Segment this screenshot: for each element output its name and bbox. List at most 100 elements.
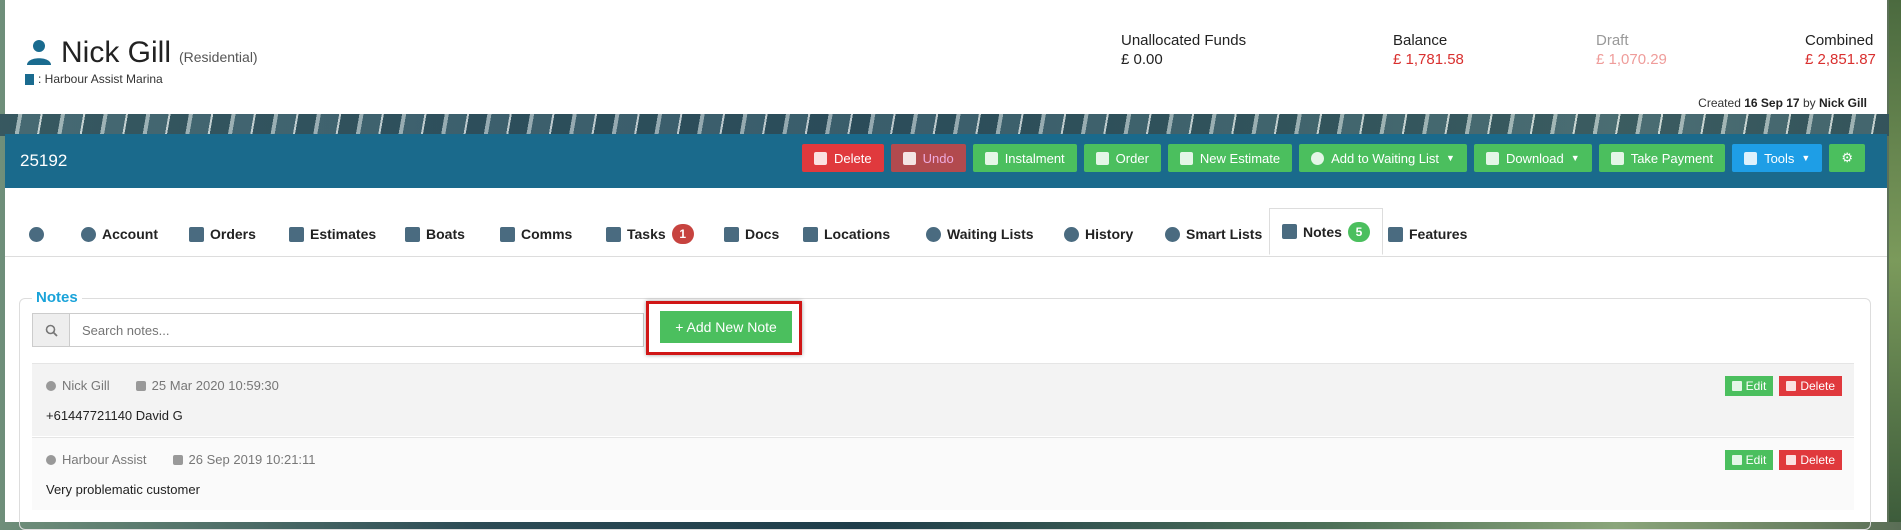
search-icon: [45, 324, 58, 337]
undo-label: Undo: [922, 150, 954, 166]
balance-label: Balance: [1393, 32, 1448, 49]
tab-boats-label: Boats: [426, 226, 465, 242]
tab-boats[interactable]: Boats: [405, 212, 465, 256]
tab-notes-label: Notes: [1303, 223, 1342, 240]
tab-history[interactable]: History: [1064, 212, 1133, 256]
note-meta: Harbour Assist 26 Sep 2019 10:21:11: [46, 452, 316, 467]
user-icon: [46, 454, 56, 465]
tab-history-label: History: [1085, 226, 1134, 242]
created-date: 16 Sep 17: [1744, 96, 1800, 110]
user-icon: [46, 380, 56, 391]
trash-icon: [814, 151, 828, 165]
tab-estimates[interactable]: Estimates: [289, 212, 376, 256]
delete-note-button[interactable]: Delete: [1779, 450, 1842, 470]
tab-docs-label: Docs: [745, 226, 780, 242]
download-button[interactable]: Download ▼: [1473, 144, 1592, 172]
draft: Draft £ 1,070.29: [1596, 32, 1667, 68]
tab-comms[interactable]: Comms: [500, 212, 572, 256]
tools-label: Tools: [1764, 150, 1795, 166]
delete-button[interactable]: Delete: [802, 144, 884, 172]
edit-note-button[interactable]: Edit: [1724, 450, 1774, 470]
draft-label: Draft: [1596, 32, 1629, 49]
download-label: Download: [1505, 150, 1564, 166]
clock-icon: [1311, 151, 1325, 165]
edit-label: Edit: [1745, 379, 1767, 393]
tab-features[interactable]: Features: [1388, 212, 1467, 256]
tab-locations[interactable]: Locations: [803, 212, 890, 256]
note-date: 25 Mar 2020 10:59:30: [151, 378, 279, 393]
trash-icon: [1786, 455, 1797, 465]
trash-icon: [1786, 381, 1797, 391]
settings-button[interactable]: ⚙: [1829, 144, 1865, 172]
tab-estimates-label: Estimates: [310, 226, 377, 242]
waiting-list-label: Add to Waiting List: [1331, 150, 1440, 166]
tab-waiting-lists-label: Waiting Lists: [947, 226, 1034, 242]
edit-label: Edit: [1745, 453, 1767, 467]
tab-account[interactable]: Account: [81, 212, 158, 256]
draft-value: £ 1,070.29: [1596, 51, 1667, 68]
search-notes-input[interactable]: [70, 314, 643, 346]
delete-note-button[interactable]: Delete: [1779, 376, 1842, 396]
user-icon: [81, 226, 96, 242]
calendar-icon: [135, 380, 146, 391]
tasks-count-badge: 1: [671, 224, 694, 244]
action-toolbar: 25192 Delete Undo Instalment Order New E…: [5, 134, 1887, 188]
note-item: Harbour Assist 26 Sep 2019 10:21:11 Very…: [32, 437, 1854, 510]
dashboard-icon: [29, 226, 44, 242]
client-type: (Residential): [179, 49, 258, 65]
order-label: Order: [1115, 150, 1149, 166]
download-icon: [1485, 151, 1499, 165]
tab-orders[interactable]: Orders: [189, 212, 256, 256]
tab-docs[interactable]: Docs: [724, 212, 779, 256]
instalment-label: Instalment: [1004, 150, 1065, 166]
building-icon: [25, 73, 34, 85]
clock-icon: [926, 226, 941, 242]
add-new-note-label: + Add New Note: [675, 319, 777, 335]
notes-panel-title: Notes: [32, 289, 82, 306]
tab-tasks[interactable]: Tasks 1: [606, 212, 694, 256]
tab-dashboard[interactable]: [29, 212, 44, 256]
caret-down-icon: ▼: [1801, 153, 1811, 163]
add-new-note-button[interactable]: + Add New Note: [660, 311, 792, 343]
note-item: Nick Gill 25 Mar 2020 10:59:30 +61447721…: [32, 363, 1854, 436]
undo-icon: [902, 151, 916, 165]
take-payment-button[interactable]: Take Payment: [1598, 144, 1726, 172]
note-date: 26 Sep 2019 10:21:11: [188, 452, 316, 467]
undo-button[interactable]: Undo: [890, 144, 966, 172]
tab-waiting-lists[interactable]: Waiting Lists: [926, 212, 1034, 256]
delete-label: Delete: [1800, 379, 1835, 393]
note-icon: [1282, 224, 1297, 239]
tab-smart-lists[interactable]: Smart Lists: [1165, 212, 1262, 256]
balance-value: £ 1,781.58: [1393, 51, 1464, 68]
cog-icon: ⚙: [1841, 150, 1853, 165]
background-image: [0, 114, 1901, 136]
new-estimate-button[interactable]: New Estimate: [1167, 144, 1293, 172]
money-icon: [1610, 151, 1624, 165]
unallocated-label: Unallocated Funds: [1121, 32, 1247, 49]
user-icon: [27, 40, 51, 65]
unallocated-funds: Unallocated Funds £ 0.00: [1121, 32, 1246, 68]
calendar-icon: [172, 454, 183, 465]
note-text: +61447721140 David G: [46, 408, 183, 423]
note-actions: Edit Delete: [1724, 450, 1842, 470]
combined: Combined £ 2,851.87: [1805, 32, 1876, 68]
note-meta: Nick Gill 25 Mar 2020 10:59:30: [46, 378, 279, 393]
notes-count-badge: 5: [1347, 221, 1370, 242]
question-icon: [289, 226, 304, 242]
order-button[interactable]: Order: [1083, 144, 1161, 172]
marina-name: : Harbour Assist Marina: [38, 72, 163, 86]
checklist-icon: [606, 226, 621, 242]
tools-button[interactable]: Tools ▼: [1732, 144, 1823, 172]
client-name: Nick Gill: [61, 36, 171, 69]
delete-label: Delete: [834, 150, 872, 166]
search-button[interactable]: [33, 314, 70, 346]
background-image-edge: [1889, 0, 1901, 522]
add-to-waiting-list-button[interactable]: Add to Waiting List ▼: [1299, 144, 1467, 172]
instalment-button[interactable]: Instalment: [972, 144, 1077, 172]
edit-note-button[interactable]: Edit: [1724, 376, 1774, 396]
tab-notes[interactable]: Notes 5: [1269, 208, 1383, 255]
balance: Balance £ 1,781.58: [1393, 32, 1464, 68]
boat-icon: [405, 226, 420, 242]
created-user: Nick Gill: [1818, 96, 1867, 110]
tab-tasks-label: Tasks: [627, 226, 666, 242]
